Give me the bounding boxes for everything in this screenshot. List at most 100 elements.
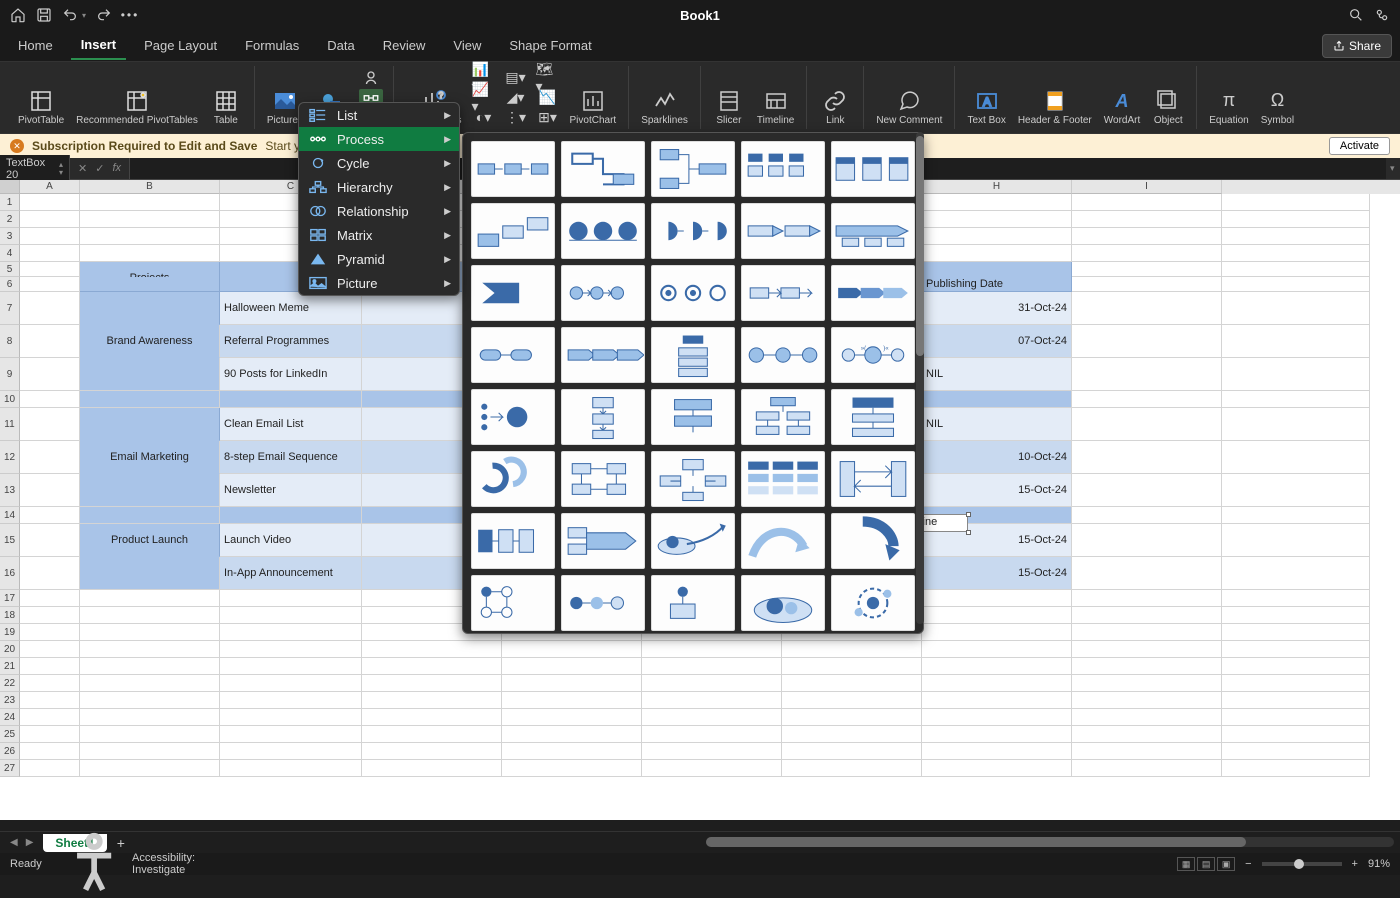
sheet-nav-next-icon[interactable]: ▶ xyxy=(22,837,38,848)
cell[interactable] xyxy=(20,441,80,474)
cell[interactable] xyxy=(20,391,80,408)
area-chart-button[interactable]: ◢▾ xyxy=(504,89,528,107)
cell[interactable] xyxy=(80,692,220,709)
cell[interactable] xyxy=(80,211,220,228)
row-header[interactable]: 4 xyxy=(0,245,20,262)
cell[interactable] xyxy=(1072,709,1222,726)
cell[interactable] xyxy=(220,726,362,743)
smartart-process-option[interactable] xyxy=(741,203,825,259)
cell[interactable]: Brand Awareness xyxy=(80,325,220,358)
cell[interactable] xyxy=(20,641,80,658)
recommended-pivottables-button[interactable]: Recommended PivotTables xyxy=(70,68,204,128)
cell[interactable] xyxy=(922,658,1072,675)
smartart-cat-hierarchy[interactable]: Hierarchy▶ xyxy=(299,175,459,199)
pivottable-button[interactable]: PivotTable xyxy=(12,68,70,128)
view-page-layout-icon[interactable]: ▤ xyxy=(1197,857,1215,871)
smartart-process-option[interactable] xyxy=(831,575,915,631)
cell[interactable] xyxy=(80,675,220,692)
zoom-slider[interactable] xyxy=(1262,862,1342,866)
cell[interactable]: Email Marketing xyxy=(80,441,220,474)
tab-home[interactable]: Home xyxy=(8,32,63,59)
cell[interactable] xyxy=(1072,726,1222,743)
cell[interactable] xyxy=(1072,245,1222,262)
cell[interactable] xyxy=(502,675,642,692)
cell[interactable] xyxy=(1072,524,1222,557)
row-header[interactable]: 26 xyxy=(0,743,20,760)
cell[interactable] xyxy=(80,228,220,245)
view-normal-icon[interactable]: ▦ xyxy=(1177,857,1195,871)
cell[interactable] xyxy=(80,358,220,391)
cell[interactable] xyxy=(20,590,80,607)
cell[interactable] xyxy=(1072,194,1222,211)
cell[interactable] xyxy=(362,760,502,777)
column-header[interactable]: B xyxy=(80,180,220,194)
cell[interactable]: 10-Oct-24 xyxy=(922,441,1072,474)
smartart-cat-pyramid[interactable]: Pyramid▶ xyxy=(299,247,459,271)
combo-chart-button[interactable]: ⊞▾ xyxy=(536,109,560,127)
line-chart-button[interactable]: 📈▾ xyxy=(472,89,496,107)
cell[interactable] xyxy=(362,675,502,692)
cell[interactable] xyxy=(362,709,502,726)
icons-button[interactable] xyxy=(359,69,383,87)
formula-expand-icon[interactable]: ▾ xyxy=(1386,163,1400,174)
cell[interactable] xyxy=(1072,692,1222,709)
cell[interactable] xyxy=(80,292,220,325)
cell[interactable] xyxy=(1072,408,1222,441)
scatter-chart-button[interactable]: ⋮▾ xyxy=(504,109,528,127)
cell[interactable] xyxy=(922,194,1072,211)
cell[interactable] xyxy=(20,245,80,262)
smartart-process-option[interactable] xyxy=(471,265,555,321)
cell[interactable] xyxy=(220,760,362,777)
cell[interactable] xyxy=(642,709,782,726)
smartart-process-option[interactable] xyxy=(741,141,825,197)
cell[interactable] xyxy=(20,325,80,358)
cell[interactable] xyxy=(922,391,1072,408)
map-chart-button[interactable]: 🗺▾ xyxy=(536,69,560,87)
cell[interactable] xyxy=(80,709,220,726)
cell[interactable] xyxy=(642,726,782,743)
smartart-process-option[interactable] xyxy=(561,265,645,321)
confirm-formula-icon[interactable]: ✓ xyxy=(95,162,104,175)
cell[interactable] xyxy=(220,391,362,408)
smartart-process-option[interactable] xyxy=(561,327,645,383)
more-icon[interactable]: ••• xyxy=(122,7,138,23)
cell[interactable] xyxy=(220,675,362,692)
smartart-process-option[interactable] xyxy=(471,451,555,507)
cell[interactable]: 07-Oct-24 xyxy=(922,325,1072,358)
cell[interactable] xyxy=(20,692,80,709)
cell[interactable] xyxy=(80,743,220,760)
cell[interactable] xyxy=(642,658,782,675)
smartart-process-option[interactable] xyxy=(831,513,915,569)
accessibility-status[interactable]: Accessibility: Investigate xyxy=(60,830,195,898)
wordart-button[interactable]: AWordArt xyxy=(1098,68,1147,128)
row-header[interactable]: 19 xyxy=(0,624,20,641)
column-header[interactable]: H xyxy=(922,180,1072,194)
cell[interactable] xyxy=(20,262,80,277)
cell[interactable] xyxy=(1072,658,1222,675)
object-button[interactable]: Object xyxy=(1146,68,1190,128)
cell[interactable] xyxy=(782,726,922,743)
row-header[interactable]: 2 xyxy=(0,211,20,228)
smartart-process-option[interactable] xyxy=(561,451,645,507)
smartart-process-option[interactable] xyxy=(471,389,555,445)
cell[interactable] xyxy=(502,709,642,726)
cell[interactable] xyxy=(1072,262,1222,277)
cell[interactable] xyxy=(220,507,362,524)
cell[interactable]: Referral Programmes xyxy=(220,325,362,358)
row-header[interactable]: 27 xyxy=(0,760,20,777)
cell[interactable] xyxy=(1072,277,1222,292)
smartart-process-option[interactable] xyxy=(561,575,645,631)
cell[interactable] xyxy=(922,624,1072,641)
smartart-process-option[interactable] xyxy=(741,389,825,445)
cell[interactable] xyxy=(1072,211,1222,228)
equation-button[interactable]: πEquation xyxy=(1203,68,1254,128)
cell[interactable] xyxy=(502,743,642,760)
pie-chart-button[interactable]: ◐▾ xyxy=(472,109,496,127)
cell[interactable] xyxy=(80,658,220,675)
cell[interactable] xyxy=(502,658,642,675)
row-header[interactable]: 13 xyxy=(0,474,20,507)
cell[interactable] xyxy=(20,743,80,760)
cell[interactable] xyxy=(502,726,642,743)
undo-icon[interactable] xyxy=(62,7,78,23)
smartart-process-option[interactable] xyxy=(741,575,825,631)
